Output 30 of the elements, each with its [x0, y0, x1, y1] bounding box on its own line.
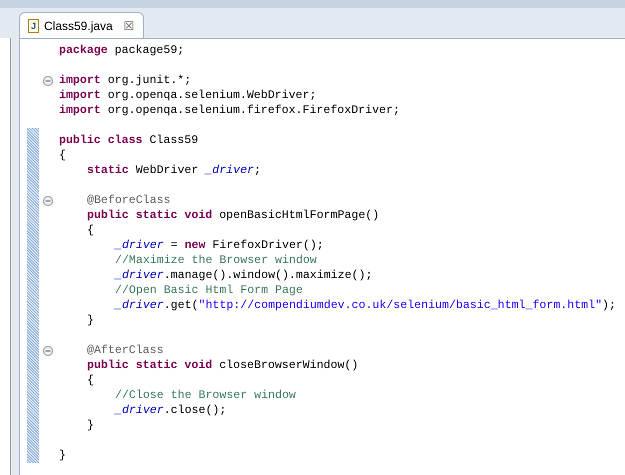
- code-line: _driver.manage().window().maximize();: [115, 268, 372, 283]
- code-line: public class Class59: [59, 133, 198, 148]
- collapse-icon[interactable]: [42, 76, 52, 86]
- code-line: import org.openqa.selenium.firefox.FirefoxDriver;: [59, 103, 400, 118]
- tab-title: Class59.java: [44, 18, 113, 34]
- code-line: _driver.get("http://compendiumdev.co.uk/selenium/basic_html_form.html");: [115, 298, 616, 313]
- collapse-icon[interactable]: [42, 346, 52, 356]
- code-line: static WebDriver _driver;: [87, 163, 261, 178]
- code-line: //Close the Browser window: [115, 388, 296, 403]
- close-button[interactable]: ☒: [124, 20, 135, 32]
- code-line: }: [87, 418, 94, 433]
- collapse-icon[interactable]: [42, 196, 52, 206]
- code-line: {: [87, 373, 94, 388]
- code-line: @AfterClass: [87, 343, 164, 358]
- code-line: }: [59, 448, 66, 463]
- code-line: _driver = new FirefoxDriver();: [115, 238, 324, 253]
- java-file-icon: J: [28, 18, 39, 32]
- code-line: package package59;: [59, 43, 184, 58]
- code-line: @BeforeClass: [87, 193, 170, 208]
- code-line: import org.junit.*;: [59, 73, 192, 88]
- code-line: {: [59, 148, 66, 163]
- editor-tab[interactable]: J Class59.java ☒: [19, 12, 144, 38]
- code-line: import org.openqa.selenium.WebDriver;: [59, 88, 316, 103]
- code-line: {: [87, 223, 94, 238]
- code-line: //Maximize the Browser window: [115, 253, 317, 268]
- code-line: _driver.close();: [115, 403, 226, 418]
- code-line: public static void openBasicHtmlFormPage(): [87, 208, 380, 223]
- code-line: }: [87, 313, 94, 328]
- code-line: //Open Basic Html Form Page: [115, 283, 303, 298]
- code-line: public static void closeBrowserWindow(): [87, 358, 358, 373]
